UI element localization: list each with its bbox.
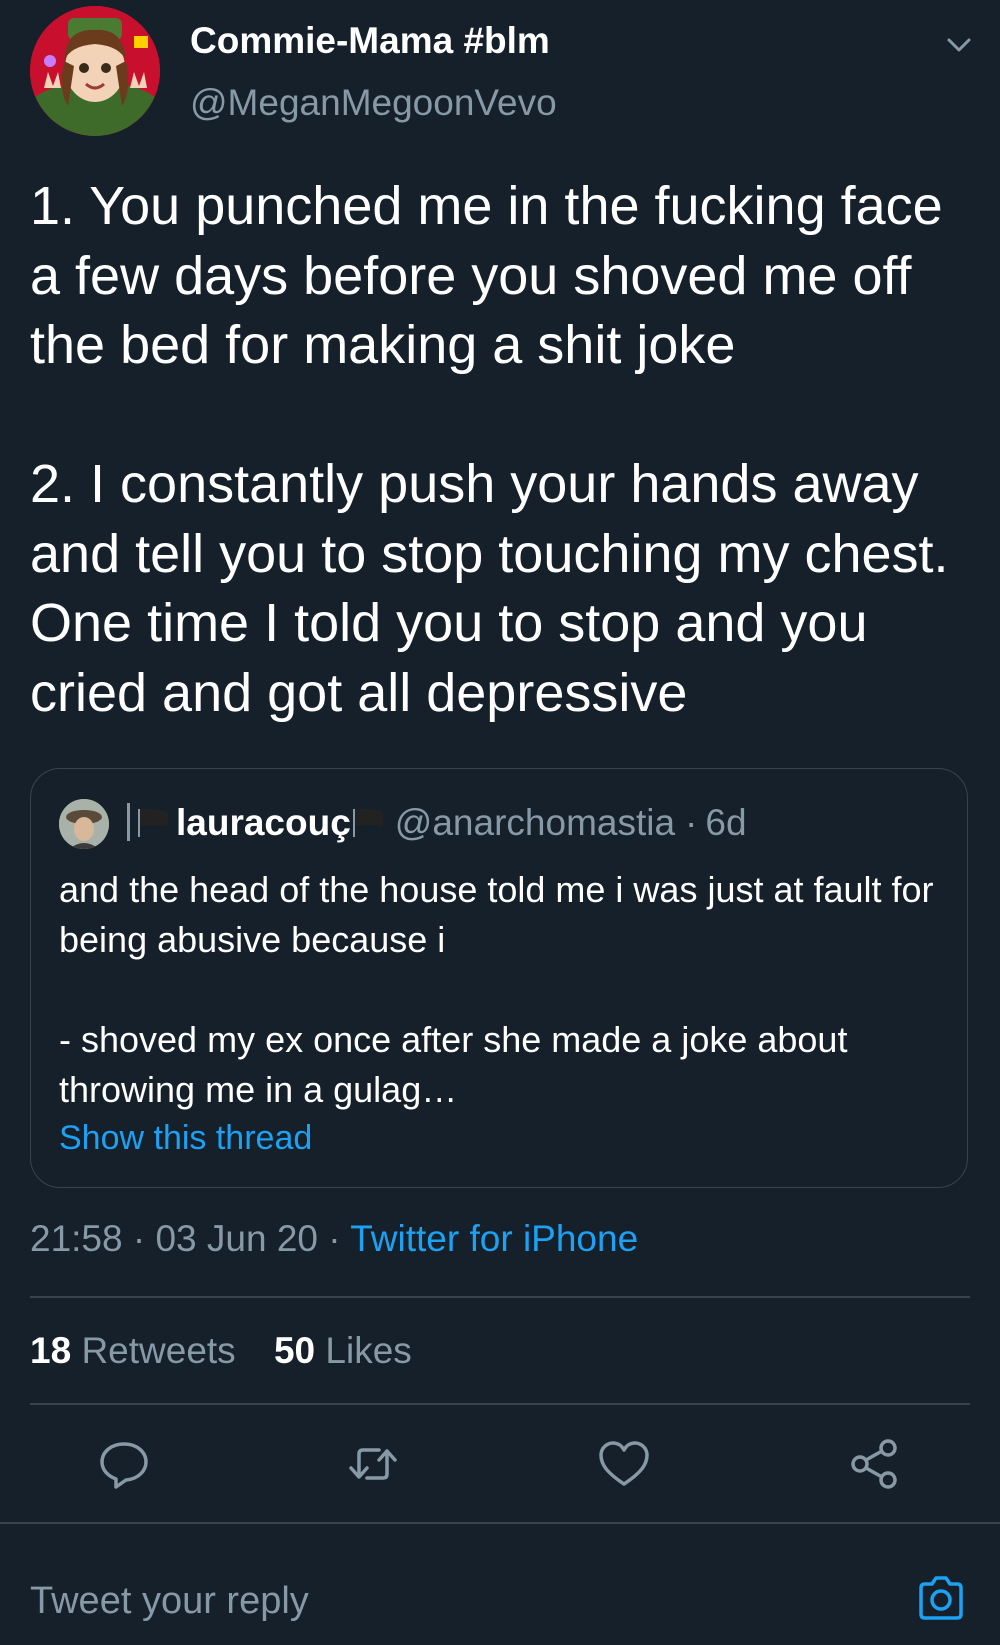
reply-input[interactable]: Tweet your reply xyxy=(30,1580,309,1623)
meta-separator: · xyxy=(328,1218,341,1259)
quoted-display-name: lauracouç xyxy=(176,802,351,843)
divider-bar xyxy=(127,803,130,841)
user-handle[interactable]: @MeganMegoonVevo xyxy=(190,82,557,124)
black-flag-icon xyxy=(351,803,385,837)
retweets-stat[interactable]: 18 Retweets xyxy=(30,1330,236,1371)
chevron-down-icon[interactable] xyxy=(944,30,974,60)
tweet-time: 21:58 xyxy=(30,1218,123,1259)
divider xyxy=(0,1522,1000,1524)
likes-label: Likes xyxy=(325,1330,412,1371)
retweets-count: 18 xyxy=(30,1330,72,1371)
tweet-stats: 18 Retweets 50 Likes xyxy=(30,1330,412,1372)
show-thread-link[interactable]: Show this thread xyxy=(59,1119,312,1158)
likes-stat[interactable]: 50 Likes xyxy=(274,1330,412,1371)
likes-count: 50 xyxy=(273,1330,316,1371)
quoted-text: and the head of the house told me i was … xyxy=(59,869,934,1110)
quoted-meta: lauracouç @anarchomastia · 6d xyxy=(121,801,747,845)
divider xyxy=(30,1403,970,1405)
like-icon[interactable] xyxy=(596,1436,652,1492)
tweet-date: 03 Jun 20 xyxy=(155,1218,319,1259)
share-icon[interactable] xyxy=(846,1436,902,1492)
tweet-metadata: 21:58 · 03 Jun 20 · Twitter for iPhone xyxy=(30,1218,638,1260)
divider xyxy=(30,1296,970,1298)
user-avatar[interactable] xyxy=(30,6,160,136)
meta-separator: · xyxy=(132,1218,146,1259)
retweets-label: Retweets xyxy=(81,1330,236,1371)
quoted-handle: @anarchomastia xyxy=(394,802,676,843)
tweet-source-link[interactable]: Twitter for iPhone xyxy=(350,1218,638,1259)
quoted-separator: · xyxy=(685,802,698,843)
black-flag-icon xyxy=(136,803,170,837)
camera-icon[interactable] xyxy=(915,1572,967,1624)
tweet-text: 1. You punched me in the fucking face a … xyxy=(30,176,949,723)
reply-icon[interactable] xyxy=(96,1436,152,1492)
retweet-icon[interactable] xyxy=(345,1436,401,1492)
quoted-avatar xyxy=(59,799,109,849)
display-name[interactable]: Commie-Mama #blm xyxy=(190,20,550,62)
quoted-age: 6d xyxy=(705,802,747,843)
quoted-tweet-card[interactable]: lauracouç @anarchomastia · 6d and the head … xyxy=(30,768,968,1188)
